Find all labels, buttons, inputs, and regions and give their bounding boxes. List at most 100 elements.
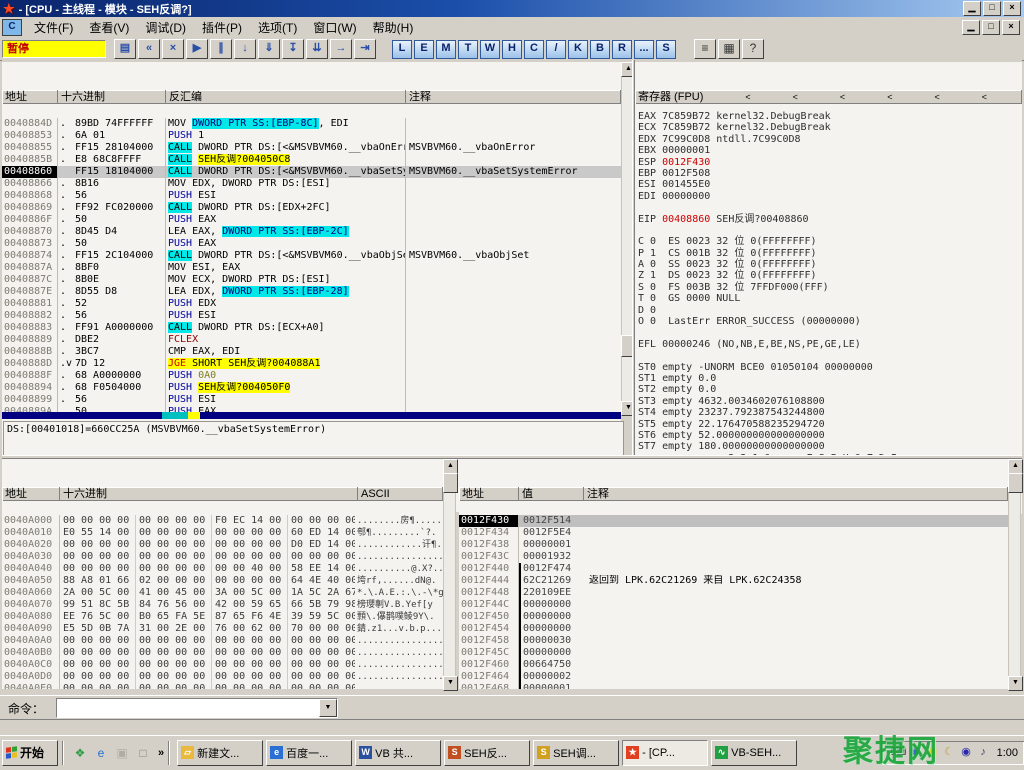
- stack-scrollbar-down-arrow[interactable]: ▼: [1008, 676, 1023, 691]
- stack-row[interactable]: 0012F440 0012F474: [459, 563, 1008, 575]
- dump-row[interactable]: 0040A060 2A 00 5C 0041 00 45 003A 00 5C …: [2, 587, 443, 599]
- pane-letter-button[interactable]: /: [546, 40, 566, 59]
- disassembly-row[interactable]: 00408881 . 52 PUSH EDX: [2, 298, 621, 310]
- tray-app2-icon[interactable]: ▣: [925, 745, 940, 760]
- register-line[interactable]: ST2 empty 0.0: [638, 384, 1020, 395]
- restore-button[interactable]: □: [983, 1, 1001, 16]
- register-line[interactable]: ESI 001455E0: [638, 179, 1020, 190]
- dump-row[interactable]: 0040A090 E5 5D 0B 7A31 00 2E 0076 00 62 …: [2, 623, 443, 635]
- close-process-icon[interactable]: ×: [162, 39, 184, 59]
- register-line[interactable]: ECX 7C859B72 kernel32.DebugBreak: [638, 122, 1020, 133]
- disassembly-row[interactable]: 00408869 . FF92 FC020000 CALL DWORD PTR …: [2, 202, 621, 214]
- dump-row[interactable]: 0040A000 00 00 00 0000 00 00 00F0 EC 14 …: [2, 515, 443, 527]
- animate-over-icon[interactable]: ⇊: [306, 39, 328, 59]
- start-button[interactable]: 开始: [2, 740, 58, 766]
- menu-item[interactable]: 文件(F): [26, 17, 81, 38]
- register-line[interactable]: EDX 7C99C0D8 ntdll.7C99C0D8: [638, 134, 1020, 145]
- stack-row[interactable]: 0012F44C 00000000: [459, 599, 1008, 611]
- task-button[interactable]: W VB 共...: [355, 740, 441, 766]
- task-button[interactable]: ★ - [CP...: [622, 740, 708, 766]
- quick-launch-chevron-icon[interactable]: »: [158, 747, 164, 759]
- register-line[interactable]: P 1 CS 001B 32 位 0(FFFFFFFF): [638, 248, 1020, 259]
- register-line[interactable]: ST0 empty -UNORM BCE0 01050104 00000000: [638, 362, 1020, 373]
- minimize-button[interactable]: ▁: [963, 1, 981, 16]
- stack-row[interactable]: 0012F438 00000001: [459, 539, 1008, 551]
- dump-scrollbar-thumb[interactable]: [443, 473, 458, 493]
- register-line[interactable]: ST1 empty 0.0: [638, 373, 1020, 384]
- cpu-window-icon[interactable]: C: [2, 19, 22, 36]
- menu-item[interactable]: 插件(P): [194, 17, 250, 38]
- dump-scrollbar-up-arrow[interactable]: ▲: [443, 459, 458, 474]
- quicklaunch-media-icon[interactable]: □: [134, 744, 152, 762]
- dump-row[interactable]: 0040A030 00 00 00 0000 00 00 0000 00 00 …: [2, 551, 443, 563]
- dump-row[interactable]: 0040A040 00 00 00 0000 00 00 0000 00 40 …: [2, 563, 443, 575]
- disassembly-row[interactable]: 00408866 . 8B16 MOV EDX, DWORD PTR DS:[E…: [2, 178, 621, 190]
- child-close-button[interactable]: ×: [1002, 20, 1020, 35]
- disassembly-row[interactable]: 0040888D .v 7D 12 JGE SHORT SEH反调?004088…: [2, 358, 621, 370]
- disassembly-row[interactable]: 00408870 . 8D45 D4 LEA EAX, DWORD PTR SS…: [2, 226, 621, 238]
- register-line[interactable]: EFL 00000246 (NO,NB,E,BE,NS,PE,GE,LE): [638, 339, 1020, 350]
- dump-row[interactable]: 0040A070 99 51 8C 5B84 76 56 0042 00 59 …: [2, 599, 443, 611]
- pane-letter-button[interactable]: C: [524, 40, 544, 59]
- stack-row[interactable]: 0012F450 00000000: [459, 611, 1008, 623]
- pane-letter-button[interactable]: R: [612, 40, 632, 59]
- register-line[interactable]: [638, 327, 1020, 338]
- register-line[interactable]: [638, 225, 1020, 236]
- register-line[interactable]: D 0: [638, 305, 1020, 316]
- stack-scrollbar-up-arrow[interactable]: ▲: [1008, 459, 1023, 474]
- pane-letter-button[interactable]: K: [568, 40, 588, 59]
- tray-moon-icon[interactable]: ☾: [942, 745, 957, 760]
- dump-row[interactable]: 0040A0B0 00 00 00 0000 00 00 0000 00 00 …: [2, 647, 443, 659]
- pane-letter-button[interactable]: B: [590, 40, 610, 59]
- restart-icon[interactable]: «: [138, 39, 160, 59]
- command-dropdown-arrow[interactable]: ▼: [319, 699, 337, 717]
- register-line[interactable]: ST5 empty 22.176470588235294720: [638, 419, 1020, 430]
- dump-row[interactable]: 0040A0C0 00 00 00 0000 00 00 0000 00 00 …: [2, 659, 443, 671]
- disassembly-row[interactable]: 00408873 . 50 PUSH EAX: [2, 238, 621, 250]
- step-into-icon[interactable]: ↓: [234, 39, 256, 59]
- disassembly-row[interactable]: 00408860 FF15 18104000 CALL DWORD PTR DS…: [2, 166, 621, 178]
- register-line[interactable]: [638, 202, 1020, 213]
- disassembly-row[interactable]: 0040887A . 8BF0 MOV ESI, EAX: [2, 262, 621, 274]
- stack-row[interactable]: 0012F45C 00000000: [459, 647, 1008, 659]
- stack-row[interactable]: 0012F444 62C21269 返回到 LPK.62C21269 来自 LP…: [459, 575, 1008, 587]
- register-line[interactable]: [638, 350, 1020, 361]
- child-minimize-button[interactable]: ▁: [962, 20, 980, 35]
- dump-row[interactable]: 0040A010 E0 55 14 0000 00 00 0000 00 00 …: [2, 527, 443, 539]
- stack-row[interactable]: 0012F430 0012F514: [459, 515, 1008, 527]
- register-line[interactable]: EBX 00000001: [638, 145, 1020, 156]
- disassembly-row[interactable]: 00408868 . 56 PUSH ESI: [2, 190, 621, 202]
- pane-letter-button[interactable]: W: [480, 40, 500, 59]
- dump-row[interactable]: 0040A020 00 00 00 0000 00 00 0000 00 00 …: [2, 539, 443, 551]
- stack-row[interactable]: 0012F454 00000000: [459, 623, 1008, 635]
- register-line[interactable]: EBP 0012F508: [638, 168, 1020, 179]
- stack-row[interactable]: 0012F464 00000002: [459, 671, 1008, 683]
- animate-into-icon[interactable]: ↧: [282, 39, 304, 59]
- tray-volume-icon[interactable]: ♪: [976, 745, 991, 760]
- stack-row[interactable]: 0012F458 00000030: [459, 635, 1008, 647]
- register-line[interactable]: A 0 SS 0023 32 位 0(FFFFFFFF): [638, 259, 1020, 270]
- disassembly-row[interactable]: 00408889 . DBE2 FCLEX: [2, 334, 621, 346]
- pane-letter-button[interactable]: M: [436, 40, 456, 59]
- task-button[interactable]: S SEH反...: [444, 740, 530, 766]
- menu-item[interactable]: 窗口(W): [305, 17, 364, 38]
- stack-row[interactable]: 0012F43C 00001932: [459, 551, 1008, 563]
- disassembly-row[interactable]: 0040887E . 8D55 D8 LEA EDX, DWORD PTR SS…: [2, 286, 621, 298]
- stack-row[interactable]: 0012F448 220109EE: [459, 587, 1008, 599]
- disassembly-row[interactable]: 0040885B . E8 68C8FFFF CALL SEH反调?004050…: [2, 154, 621, 166]
- quicklaunch-ie-icon[interactable]: e: [92, 744, 110, 762]
- pause-icon[interactable]: ∥: [210, 39, 232, 59]
- quicklaunch-msn-icon[interactable]: ❖: [71, 744, 89, 762]
- disassembly-row[interactable]: 00408894 . 68 F0504000 PUSH SEH反调?004050…: [2, 382, 621, 394]
- quicklaunch-show-desktop-icon[interactable]: ▣: [113, 744, 131, 762]
- step-over-icon[interactable]: ⇓: [258, 39, 280, 59]
- register-line[interactable]: S 0 FS 003B 32 位 7FFDF000(FFF): [638, 282, 1020, 293]
- disassembly-row[interactable]: 0040888F . 68 A0000000 PUSH 0A0: [2, 370, 621, 382]
- register-line[interactable]: ST4 empty 23237.792387543244800: [638, 407, 1020, 418]
- register-line[interactable]: Z 1 DS 0023 32 位 0(FFFFFFFF): [638, 270, 1020, 281]
- register-line[interactable]: O 0 LastErr ERROR_SUCCESS (00000000): [638, 316, 1020, 327]
- stack-row[interactable]: 0012F468 00000001: [459, 683, 1008, 689]
- child-restore-button[interactable]: □: [982, 20, 1000, 35]
- tray-app1-icon[interactable]: ▣: [908, 745, 923, 760]
- register-line[interactable]: ST6 empty 52.000000000000000000: [638, 430, 1020, 441]
